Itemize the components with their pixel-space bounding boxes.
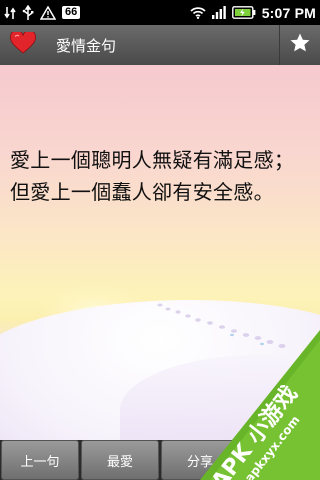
battery-icon <box>231 6 256 19</box>
favorite-button[interactable]: 最愛 <box>81 440 159 480</box>
status-left: 66 <box>4 4 81 21</box>
quote-text: 愛上一個聰明人無疑有滿足感；但愛上一個蠢人卻有安全感。 <box>10 148 295 204</box>
star-icon <box>289 32 311 58</box>
heart-icon <box>10 30 36 58</box>
next-quote-button[interactable]: 下一句 <box>241 440 319 480</box>
signal-icon <box>211 6 226 19</box>
wifi-icon <box>190 6 206 19</box>
share-button[interactable]: 分享 <box>161 440 239 480</box>
favorites-star-button[interactable] <box>279 25 320 65</box>
status-bar: 66 5:07 PM <box>0 0 320 25</box>
footprints-illustration <box>157 303 286 348</box>
usb-icon <box>22 4 34 21</box>
status-right: 5:07 PM <box>190 5 316 21</box>
notification-count-badge: 66 <box>62 6 81 19</box>
previous-quote-button[interactable]: 上一句 <box>1 440 79 480</box>
quote-panel: 愛上一個聰明人無疑有滿足感；但愛上一個蠢人卻有安全感。 <box>0 65 320 440</box>
app-title-bar: 愛情金句 <box>0 25 320 65</box>
warning-icon <box>40 5 56 20</box>
bottom-button-bar: 上一句 最愛 分享 下一句 <box>0 440 320 480</box>
heart-button[interactable] <box>0 25 46 65</box>
transfer-icon <box>4 6 16 20</box>
app-title: 愛情金句 <box>56 36 117 55</box>
clock: 5:07 PM <box>261 4 316 21</box>
